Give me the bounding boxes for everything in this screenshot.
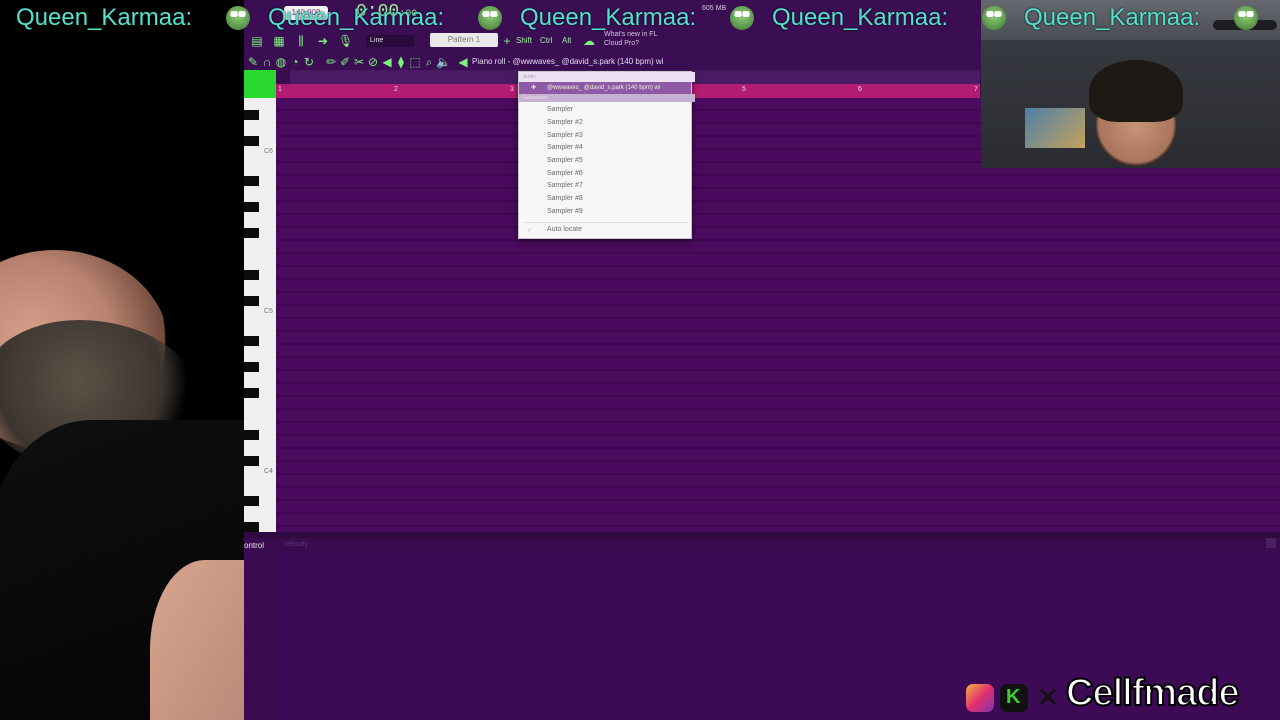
alt-key-button[interactable]: Alt [562, 34, 571, 48]
dropdown-item[interactable]: Sampler #9 [547, 208, 583, 215]
stamp-icon[interactable]: ◍ [274, 55, 288, 69]
dropdown-item[interactable]: Sampler #3 [547, 132, 583, 139]
checkmark-icon: ✓ [527, 227, 533, 234]
chat-message: Queen_Karmaa: [1024, 4, 1201, 31]
dropdown-section-generators: Generators [519, 94, 695, 102]
black-key[interactable] [244, 456, 259, 466]
piano-keyboard[interactable]: C6 C5 C4 [244, 98, 276, 532]
auto-locate-option[interactable]: Auto locate [547, 226, 582, 233]
ruler-number: 1 [278, 86, 282, 93]
magnet-icon[interactable]: ∩ [260, 55, 274, 69]
kick-icon: K [1000, 684, 1028, 712]
select-tool-icon[interactable]: ⬚ [408, 55, 422, 69]
frog-emote-icon [478, 6, 502, 30]
black-key[interactable] [244, 228, 259, 238]
ruler-number: 7 [974, 86, 978, 93]
x-icon: ✕ [1036, 682, 1060, 713]
black-key[interactable] [244, 362, 259, 372]
news-icon[interactable]: ☁ [582, 34, 596, 48]
black-key[interactable] [244, 430, 259, 440]
chat-message: Queen_Karmaa: [520, 4, 697, 31]
mute-tool-icon[interactable]: ⊘ [366, 55, 380, 69]
selected-item-label: @wwwaves_ @david_s.park (140 bpm) wi [547, 85, 661, 91]
dropdown-item-selected[interactable]: ✚ @wwwaves_ @david_s.park (140 bpm) wi [519, 82, 691, 94]
add-pattern-icon[interactable]: + [500, 34, 514, 48]
channel-dropdown[interactable]: Audio ✚ @wwwaves_ @david_s.park (140 bpm… [518, 71, 695, 239]
dropdown-item[interactable]: Sampler #5 [547, 157, 583, 164]
stream-branding: K ✕ Cellfmade [962, 671, 1280, 720]
black-key[interactable] [244, 202, 259, 212]
draw-tool-icon[interactable]: ✏ [324, 55, 338, 69]
ruler-number: 2 [394, 86, 398, 93]
black-key[interactable] [244, 110, 259, 120]
ruler-number: 5 [742, 86, 746, 93]
black-key[interactable] [244, 388, 259, 398]
frog-emote-icon [982, 6, 1006, 30]
chat-message: Queen_Karmaa: [268, 4, 445, 31]
streamer-hair [1089, 60, 1183, 122]
black-key[interactable] [244, 496, 259, 506]
plus-icon: ✚ [531, 85, 537, 91]
ruler-number: 3 [510, 86, 514, 93]
instagram-icon [966, 684, 994, 712]
piano-roll-icon[interactable]: ▦ [272, 34, 286, 48]
dropdown-item[interactable]: Sampler #6 [547, 170, 583, 177]
ghost-channel-indicator[interactable] [244, 70, 276, 98]
piano-roll-title[interactable]: Piano roll - @wwwaves_ @david_s.park (14… [472, 57, 663, 66]
key-label-c4: C4 [264, 468, 273, 475]
news-panel[interactable]: What's new in FL Cloud Pro? [604, 30, 694, 48]
dropdown-item[interactable]: Sampler #7 [547, 182, 583, 189]
black-key[interactable] [244, 522, 259, 532]
black-key[interactable] [244, 296, 259, 306]
delete-tool-icon[interactable]: ✂ [352, 55, 366, 69]
event-editor-target: Velocity [284, 541, 309, 548]
snap-selector[interactable]: Line [366, 35, 414, 47]
left-facecam [0, 0, 244, 720]
pattern-selector[interactable]: Pattern 1 [430, 33, 498, 47]
dropdown-section-audio: Audio [519, 72, 695, 82]
chat-message: Queen_Karmaa: [772, 4, 949, 31]
black-key[interactable] [244, 270, 259, 280]
playback-tool-icon[interactable]: 🔈 [436, 55, 451, 69]
brand-name: Cellfmade [1065, 671, 1241, 715]
frog-emote-icon [226, 6, 250, 30]
wall-painting [1025, 108, 1085, 148]
dropdown-item[interactable]: Sampler [547, 106, 573, 113]
black-key[interactable] [244, 136, 259, 146]
dropdown-separator [523, 222, 687, 223]
memory-usage: 605 MB [702, 5, 727, 12]
microphone-icon[interactable]: 🎙 [338, 34, 353, 48]
slip-tool-icon[interactable]: ◀ [380, 55, 394, 69]
dropdown-item[interactable]: Sampler #8 [547, 195, 583, 202]
social-icons: K ✕ [962, 680, 1062, 712]
black-key[interactable] [244, 336, 259, 346]
playlist-icon[interactable]: ▤ [250, 34, 264, 48]
frog-emote-icon [1234, 6, 1258, 30]
chat-message: Queen_Karmaa: [16, 4, 193, 31]
event-editor-sidebar [244, 552, 276, 720]
frog-emote-icon [730, 6, 754, 30]
channel-rack-icon[interactable]: ➜ [316, 34, 330, 48]
dropdown-item[interactable]: Sampler #4 [547, 144, 583, 151]
black-key[interactable] [244, 176, 259, 186]
snap-icon[interactable]: ◔ [288, 55, 302, 69]
speaker-icon[interactable]: ◀ [456, 55, 470, 69]
loop-icon[interactable]: ↻ [302, 55, 316, 69]
mixer-icon[interactable]: ⫼ [294, 34, 308, 48]
slice-tool-icon[interactable]: ⧫ [394, 55, 408, 69]
event-scroll-button[interactable] [1266, 538, 1276, 548]
dropdown-item[interactable]: Sampler #2 [547, 119, 583, 126]
key-label-c6: C6 [264, 148, 273, 155]
panel-divider[interactable] [244, 532, 1280, 538]
paint-tool-icon[interactable]: ✐ [338, 55, 352, 69]
ruler-number: 6 [858, 86, 862, 93]
event-editor-label[interactable]: ontrol [244, 541, 264, 550]
zoom-tool-icon[interactable]: ⌕ [422, 55, 436, 69]
ctrl-key-button[interactable]: Ctrl [540, 34, 552, 48]
shift-key-button[interactable]: Shift [516, 34, 532, 48]
news-line-2: Cloud Pro? [604, 40, 640, 47]
piano-roll-menu-icon[interactable]: ✎ [246, 55, 260, 69]
key-label-c5: C5 [264, 308, 273, 315]
